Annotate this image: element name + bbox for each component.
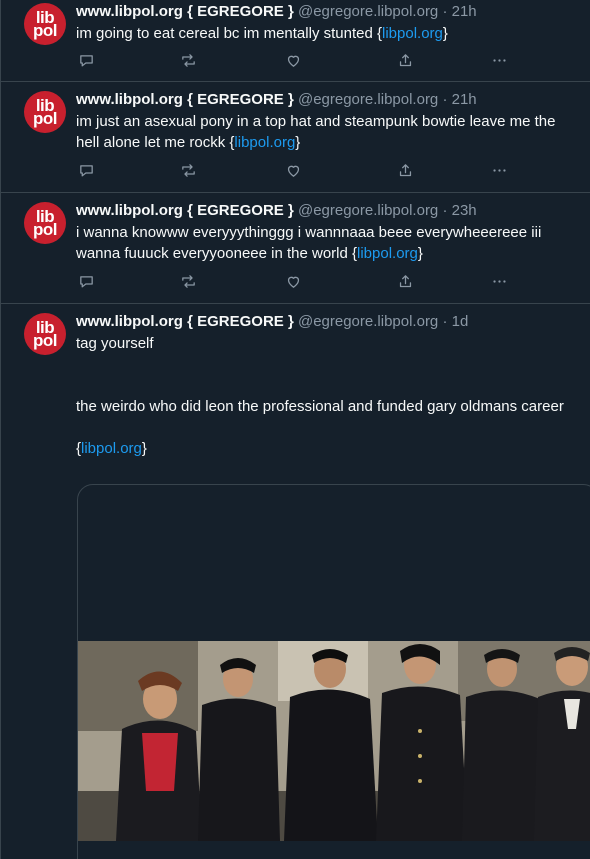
avatar[interactable]: lib pol	[24, 3, 66, 45]
handle[interactable]: @egregore.libpol.org	[298, 91, 438, 108]
more-button[interactable]	[489, 50, 509, 70]
separator: ·	[442, 91, 448, 108]
like-icon	[287, 276, 299, 288]
like-button[interactable]	[283, 271, 303, 291]
reply-button[interactable]	[76, 50, 96, 70]
handle[interactable]: @egregore.libpol.org	[298, 313, 438, 330]
more-icon	[492, 279, 506, 283]
avatar-text-bottom: pol	[33, 109, 58, 128]
post-header: www.libpol.org { EGREGORE } @egregore.li…	[76, 202, 582, 220]
post-link[interactable]: libpol.org	[357, 245, 418, 262]
post-text-main: i wanna knowww everyyythinggg i wannnaaa…	[76, 224, 542, 262]
post-text: im just an asexual pony in a top hat and…	[76, 111, 582, 153]
post-content: www.libpol.org { EGREGORE } @egregore.li…	[76, 3, 582, 44]
share-button[interactable]	[395, 50, 415, 70]
separator: ·	[442, 3, 448, 20]
reply-icon	[79, 164, 93, 176]
post-text: i wanna knowww everyyythinggg i wannnaaa…	[76, 222, 582, 264]
post-link[interactable]: libpol.org	[234, 134, 295, 151]
like-icon	[287, 55, 299, 67]
post-header: www.libpol.org { EGREGORE } @egregore.li…	[76, 91, 582, 109]
post-link[interactable]: libpol.org	[382, 25, 443, 42]
reply-button[interactable]	[76, 271, 96, 291]
display-name[interactable]: www.libpol.org { EGREGORE }	[76, 313, 294, 330]
share-button[interactable]	[395, 160, 415, 180]
display-name[interactable]: www.libpol.org { EGREGORE }	[76, 3, 294, 20]
repost-button[interactable]	[178, 50, 198, 70]
display-name[interactable]: www.libpol.org { EGREGORE }	[76, 91, 294, 108]
avatar-text-bottom: pol	[33, 220, 58, 239]
display-name[interactable]: www.libpol.org { EGREGORE }	[76, 202, 294, 219]
timestamp[interactable]: 23h	[452, 202, 477, 219]
post-text: im going to eat cereal bc im mentally st…	[76, 23, 582, 44]
share-icon	[399, 53, 411, 66]
post-text-close: }	[417, 245, 423, 262]
avatar[interactable]: lib pol	[24, 202, 66, 244]
avatar[interactable]: lib pol	[24, 91, 66, 133]
avatar-text-bottom: pol	[33, 21, 58, 40]
handle[interactable]: @egregore.libpol.org	[298, 3, 438, 20]
group-photo-illustration	[78, 641, 590, 841]
timestamp[interactable]: 21h	[452, 91, 477, 108]
more-icon	[492, 168, 506, 172]
action-bar	[76, 50, 516, 70]
separator: ·	[442, 202, 448, 219]
more-button[interactable]	[489, 271, 509, 291]
post-header: www.libpol.org { EGREGORE } @egregore.li…	[76, 313, 582, 331]
repost-button[interactable]	[178, 160, 198, 180]
timestamp[interactable]: 21h	[452, 3, 477, 20]
post-content: www.libpol.org { EGREGORE } @egregore.li…	[76, 91, 582, 153]
repost-icon	[181, 274, 195, 288]
share-button[interactable]	[395, 271, 415, 291]
action-bar	[76, 271, 516, 291]
more-button[interactable]	[489, 160, 509, 180]
post-text-close: }	[295, 134, 301, 151]
repost-icon	[181, 53, 195, 67]
reply-icon	[79, 54, 93, 66]
post-text-main: im just an asexual pony in a top hat and…	[76, 113, 556, 151]
repost-button[interactable]	[178, 271, 198, 291]
like-button[interactable]	[283, 160, 303, 180]
media-card[interactable]	[77, 484, 590, 859]
post-text-close: }	[442, 25, 448, 42]
post-link-line: {libpol.org}	[76, 438, 582, 459]
post-content: www.libpol.org { EGREGORE } @egregore.li…	[76, 313, 582, 459]
separator: ·	[442, 313, 448, 330]
like-icon	[287, 165, 299, 177]
post[interactable]: lib pol www.libpol.org { EGREGORE } @egr…	[1, 193, 590, 304]
avatar-text-bottom: pol	[33, 331, 58, 350]
handle[interactable]: @egregore.libpol.org	[298, 202, 438, 219]
share-icon	[399, 274, 411, 287]
post-content: www.libpol.org { EGREGORE } @egregore.li…	[76, 202, 582, 264]
like-button[interactable]	[283, 50, 303, 70]
post[interactable]: lib pol www.libpol.org { EGREGORE } @egr…	[1, 82, 590, 193]
post-text: tag yourself the weirdo who did leon the…	[76, 333, 582, 459]
link-close-brace: }	[141, 440, 147, 457]
post-link[interactable]: libpol.org	[81, 440, 142, 457]
action-bar	[76, 160, 516, 180]
timeline: lib pol www.libpol.org { EGREGORE } @egr…	[0, 0, 590, 859]
post-paragraph: tag yourself	[76, 335, 154, 352]
timestamp[interactable]: 1d	[452, 313, 469, 330]
reply-icon	[79, 275, 93, 287]
post-photo[interactable]	[78, 641, 590, 841]
post-text-main: im going to eat cereal bc im mentally st…	[76, 25, 382, 42]
reply-button[interactable]	[76, 160, 96, 180]
post[interactable]: lib pol www.libpol.org { EGREGORE } @egr…	[1, 0, 590, 82]
post-header: www.libpol.org { EGREGORE } @egregore.li…	[76, 3, 582, 21]
share-icon	[399, 163, 411, 176]
repost-icon	[181, 163, 195, 177]
avatar[interactable]: lib pol	[24, 313, 66, 355]
more-icon	[492, 58, 506, 62]
post-paragraph: the weirdo who did leon the professional…	[76, 398, 564, 415]
